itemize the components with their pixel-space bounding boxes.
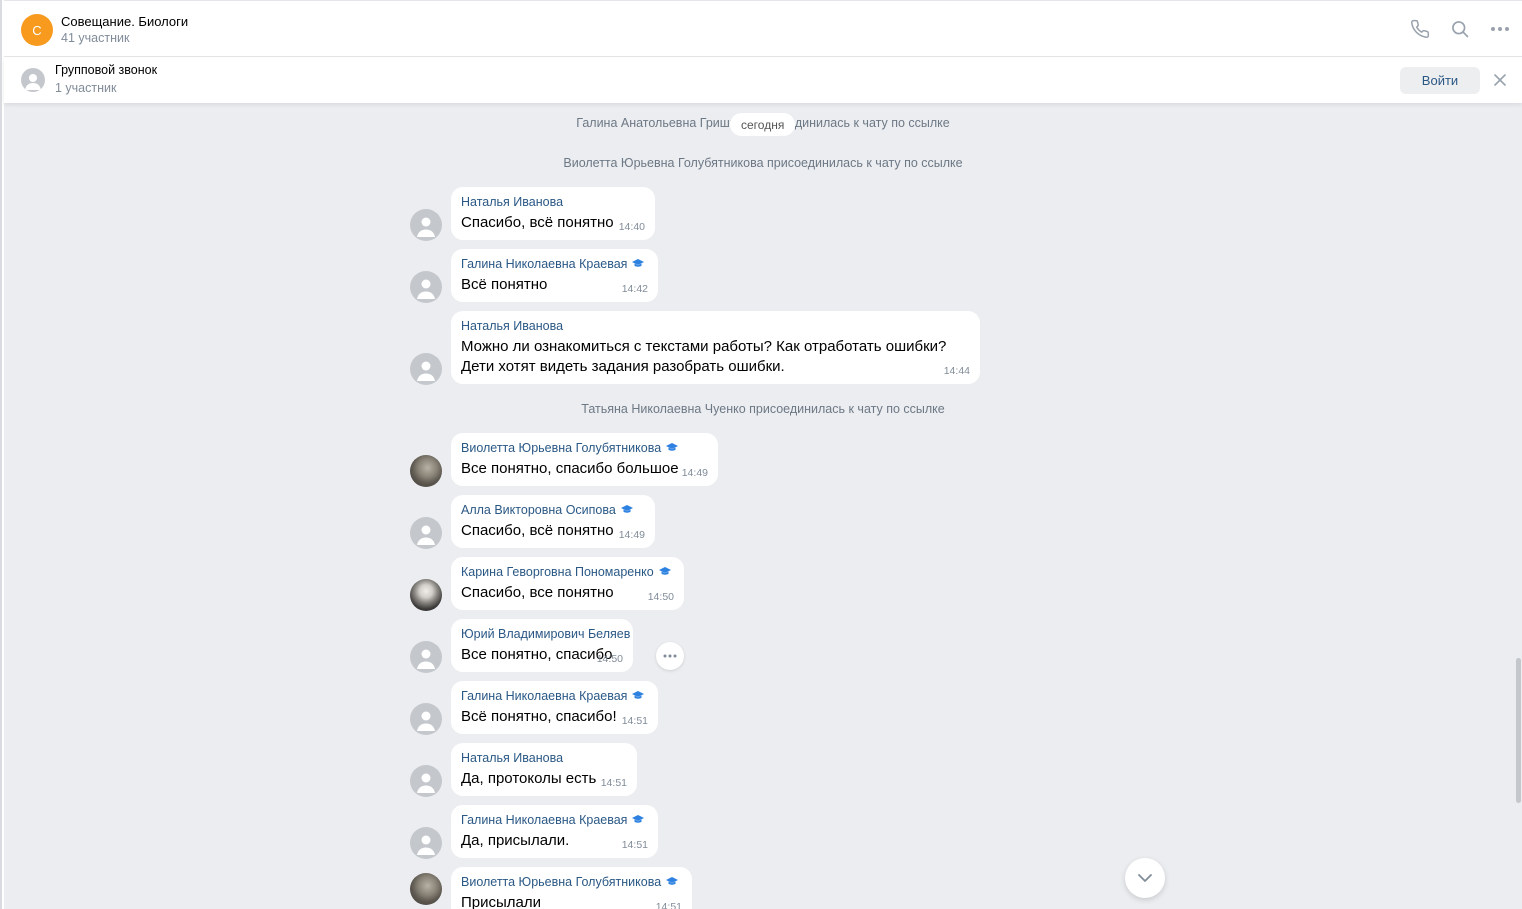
message-author[interactable]: Галина Николаевна Краевая [461,812,648,828]
message-bubble[interactable]: Карина Геворговна Пономаренко Спасибо, в… [451,557,684,610]
more-icon [663,654,677,658]
message-author[interactable]: Галина Николаевна Краевая [461,688,648,704]
message-time: 14:50 [647,591,674,603]
message-author[interactable]: Карина Геворговна Пономаренко [461,564,674,580]
avatar[interactable] [410,353,442,385]
avatar[interactable] [410,765,442,797]
close-icon[interactable] [1491,71,1509,89]
more-icon[interactable] [1489,18,1511,40]
message-bubble[interactable]: Галина Николаевна Краевая Да, присылали.… [451,805,658,858]
scrollbar[interactable] [1516,658,1521,803]
message-bubble[interactable]: Виолетта Юрьевна Голубятникова Присылали… [451,867,692,909]
graduation-cap-icon [658,567,671,575]
message-time: 14:50 [596,653,623,665]
message-author[interactable]: Галина Николаевна Краевая [461,256,648,272]
chat-title[interactable]: Совещание. Биологи [61,14,188,29]
message-bubble[interactable]: Виолетта Юрьевна Голубятникова Все понят… [451,433,718,486]
message-text: Все понятно, спасибо большое [461,460,679,477]
scroll-down-button[interactable] [1125,858,1165,898]
app-frame: С Совещание. Биологи 41 участник Группов… [0,0,1522,909]
message-text: Спасибо, всё понятно [461,522,614,539]
message-time: 14:49 [618,529,645,541]
avatar[interactable] [410,873,442,905]
message-text: Присылали [461,894,542,909]
message-time: 14:51 [655,901,682,909]
message-text: Спасибо, все понятно [461,584,614,601]
avatar[interactable] [410,579,442,611]
message-time: 14:49 [681,467,708,479]
message-time: 14:44 [943,365,970,377]
date-separator: сегодня [730,113,796,136]
message-time: 14:42 [621,283,648,295]
message-text: Всё понятно, спасибо! [461,708,617,725]
avatar[interactable] [410,827,442,859]
message-time: 14:51 [621,839,648,851]
message-bubble[interactable]: Наталья Иванова Спасибо, всё понятно 14:… [451,187,655,240]
message-bubble[interactable]: Галина Николаевна Краевая Всё понятно 14… [451,249,658,302]
phone-icon[interactable] [1409,18,1431,40]
chevron-down-icon [1138,874,1152,882]
avatar[interactable] [410,641,442,673]
message-text: Да, присылали. [461,832,570,849]
message-bubble[interactable]: Алла Викторовна Осипова Спасибо, всё пон… [451,495,655,548]
message-time: 14:40 [618,221,645,233]
message-author[interactable]: Наталья Иванова [461,194,645,210]
graduation-cap-icon [632,691,645,699]
message-author[interactable]: Наталья Иванова [461,318,970,334]
graduation-cap-icon [666,877,679,885]
graduation-cap-icon [620,505,633,513]
call-avatar [21,68,45,92]
message-time: 14:51 [600,777,627,789]
message-author[interactable]: Алла Викторовна Осипова [461,502,645,518]
message-bubble[interactable]: Наталья Иванова Да, протоколы есть 14:51 [451,743,637,796]
group-call-banner: Групповой звонок 1 участник Войти [4,57,1522,103]
message-bubble[interactable]: Юрий Владимирович Беляев Все понятно, сп… [451,619,633,672]
message-time: 14:51 [621,715,648,727]
message-text: Спасибо, всё понятно [461,214,614,231]
chat-history[interactable]: сегодня Галина Анатольевна Гришина присо… [4,103,1522,909]
avatar[interactable] [410,517,442,549]
chat-members-count[interactable]: 41 участник [61,31,129,45]
message-author[interactable]: Виолетта Юрьевна Голубятникова [461,440,708,456]
message-text: Всё понятно [461,276,548,293]
avatar[interactable] [410,209,442,241]
system-message: Виолетта Юрьевна Голубятникова присоедин… [563,156,963,170]
graduation-cap-icon [632,259,645,267]
message-text: Можно ли ознакомиться с текстами работы?… [461,338,947,375]
avatar[interactable] [410,455,442,487]
chat-header: С Совещание. Биологи 41 участник [4,0,1522,57]
message-bubble[interactable]: Галина Николаевна Краевая Всё понятно, с… [451,681,658,734]
message-bubble[interactable]: Наталья Иванова Можно ли ознакомиться с … [451,311,980,384]
avatar[interactable] [410,703,442,735]
message-author[interactable]: Наталья Иванова [461,750,627,766]
graduation-cap-icon [632,815,645,823]
call-participants: 1 участник [55,81,117,95]
system-message: Татьяна Николаевна Чуенко присоединилась… [581,402,945,416]
search-icon[interactable] [1449,18,1471,40]
call-title: Групповой звонок [55,63,158,77]
graduation-cap-icon [666,443,679,451]
chat-avatar[interactable]: С [21,14,53,46]
message-actions-button[interactable] [656,642,684,670]
message-author[interactable]: Юрий Владимирович Беляев [461,626,630,642]
message-author[interactable]: Виолетта Юрьевна Голубятникова [461,874,682,890]
join-call-button[interactable]: Войти [1400,67,1480,94]
avatar[interactable] [410,271,442,303]
